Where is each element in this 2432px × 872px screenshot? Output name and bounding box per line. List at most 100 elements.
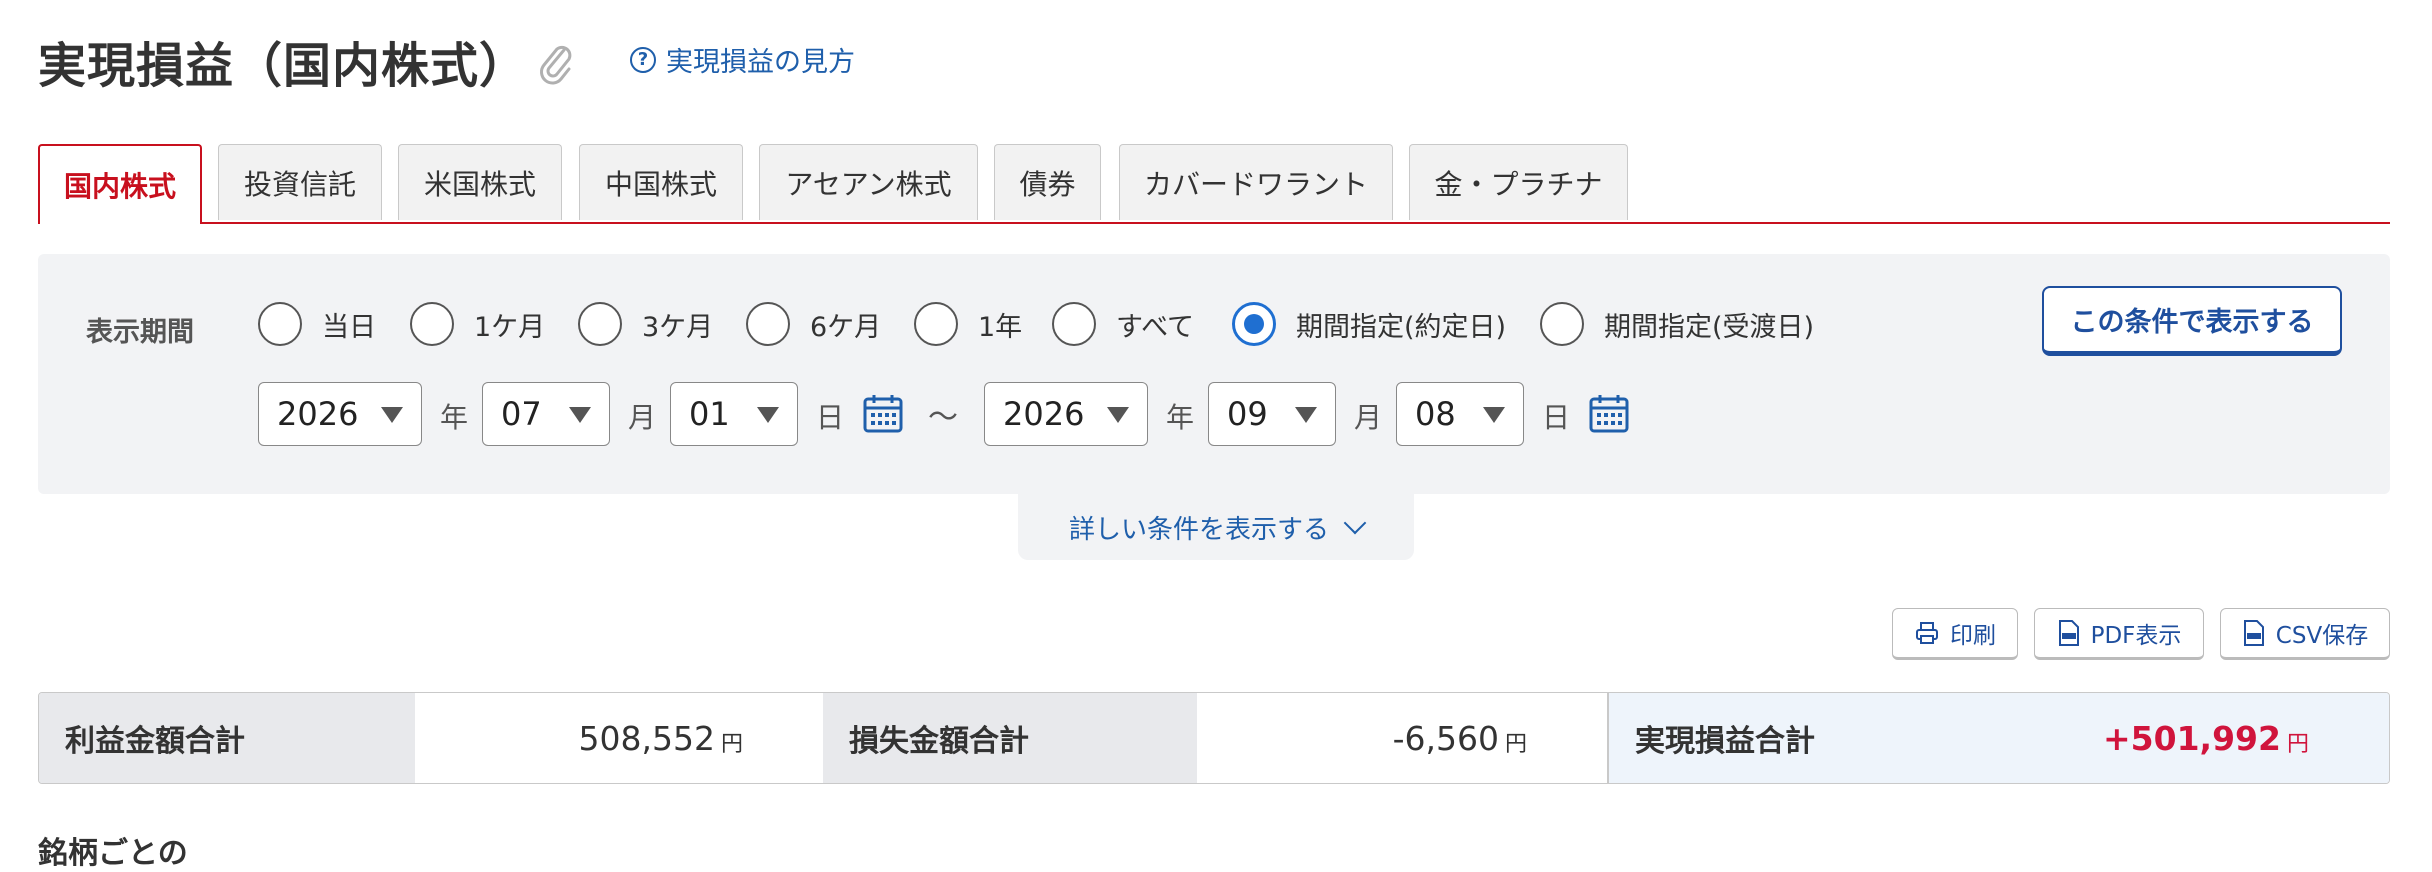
radio-circle[interactable]: [746, 302, 790, 346]
summary-table: 利益金額合計 508,552 円 損失金額合計 -6,560 円 実現損益合計 +5…: [38, 692, 2390, 784]
section-heading-partial: 銘柄ごとの: [38, 836, 188, 871]
question-circle-icon: ?: [630, 46, 656, 73]
select-value: 08: [1415, 395, 1456, 433]
radio-circle[interactable]: [258, 302, 302, 346]
radio-label: 1ケ月: [474, 311, 546, 343]
dropdown-arrow-icon: [1107, 407, 1129, 423]
calendar-icon[interactable]: [862, 392, 904, 434]
unit-month: 月: [1354, 401, 1383, 434]
select-value: 07: [501, 395, 542, 433]
print-label: 印刷: [1950, 623, 1996, 649]
range-separator: 〜: [928, 400, 958, 435]
select-value: 2026: [277, 395, 359, 433]
unit-year: 年: [1166, 401, 1195, 434]
pdf-file-icon: [2058, 620, 2079, 646]
tab-label: カバードワラント: [1143, 167, 1368, 201]
yen-unit: 円: [2286, 732, 2309, 757]
dropdown-arrow-icon: [569, 407, 591, 423]
yen-unit: 円: [720, 732, 743, 757]
tab-covered-warrant[interactable]: カバードワラント: [1119, 144, 1393, 220]
tab-us-stock[interactable]: 米国株式: [398, 144, 562, 220]
realized-amount: +501,992: [2103, 718, 2281, 758]
radio-6month[interactable]: 6ケ月: [746, 302, 881, 346]
calendar-icon[interactable]: [1588, 392, 1630, 434]
radio-label: 期間指定(受渡日): [1604, 311, 1815, 343]
printer-icon: [1916, 622, 1938, 644]
show-more-conditions[interactable]: 詳しい条件を表示する: [1018, 494, 1414, 560]
select-value: 2026: [1003, 395, 1085, 433]
print-button[interactable]: 印刷: [1892, 608, 2018, 660]
tab-bonds[interactable]: 債券: [994, 144, 1101, 220]
radio-circle[interactable]: [1232, 302, 1276, 346]
radio-period-trade-date[interactable]: 期間指定(約定日): [1232, 302, 1506, 346]
radio-1year[interactable]: 1年: [914, 302, 1022, 346]
realized-total-label: 実現損益合計: [1607, 693, 1991, 783]
help-link-label: 実現損益の見方: [666, 47, 855, 78]
filter-panel: [38, 254, 2390, 494]
from-year-select[interactable]: 2026: [258, 382, 422, 446]
chevron-down-icon: [1343, 511, 1367, 535]
dropdown-arrow-icon: [757, 407, 779, 423]
paperclip-icon[interactable]: [536, 38, 576, 86]
from-month-select[interactable]: 07: [482, 382, 610, 446]
submit-button[interactable]: この条件で表示する: [2042, 286, 2342, 356]
tab-label: 投資信託: [243, 167, 356, 201]
tab-bar: 国内株式 投資信託 米国株式 中国株式 アセアン株式 債券 カバードワラント 金…: [38, 144, 2390, 224]
unit-month: 月: [628, 401, 657, 434]
page-title: 実現損益（国内株式）: [38, 38, 529, 94]
radio-label: 期間指定(約定日): [1296, 311, 1507, 343]
tab-label: 中国株式: [604, 167, 717, 201]
period-label: 表示期間: [86, 317, 194, 348]
tab-label: 米国株式: [423, 167, 536, 201]
realized-total-value: +501,992 円: [1991, 693, 2389, 783]
unit-day: 日: [816, 401, 845, 434]
tab-china-stock[interactable]: 中国株式: [579, 144, 743, 220]
radio-circle[interactable]: [578, 302, 622, 346]
radio-period-settlement-date[interactable]: 期間指定(受渡日): [1540, 302, 1814, 346]
radio-3month[interactable]: 3ケ月: [578, 302, 713, 346]
unit-day: 日: [1542, 401, 1571, 434]
radio-circle[interactable]: [1540, 302, 1584, 346]
loss-amount: -6,560: [1392, 718, 1499, 758]
to-year-select[interactable]: 2026: [984, 382, 1148, 446]
radio-circle[interactable]: [1052, 302, 1096, 346]
radio-circle[interactable]: [914, 302, 958, 346]
tab-label: 国内株式: [63, 170, 176, 203]
help-link[interactable]: ? 実現損益の見方: [630, 40, 855, 79]
dropdown-arrow-icon: [381, 407, 403, 423]
profit-amount: 508,552: [578, 718, 715, 758]
csv-button[interactable]: CSV保存: [2220, 608, 2390, 660]
radio-today[interactable]: 当日: [258, 302, 376, 346]
tab-label: 金・プラチナ: [1434, 167, 1603, 201]
csv-label: CSV保存: [2275, 623, 2369, 649]
radio-1month[interactable]: 1ケ月: [410, 302, 545, 346]
select-value: 01: [689, 395, 730, 433]
tab-label: アセアン株式: [785, 167, 952, 201]
dropdown-arrow-icon: [1483, 407, 1505, 423]
page: 実現損益（国内株式） ? 実現損益の見方 国内株式 投資信託 米国株式 中国株式…: [0, 0, 2432, 871]
pdf-label: PDF表示: [2090, 623, 2182, 649]
radio-label: 1年: [978, 311, 1023, 343]
profit-total-label: 利益金額合計: [39, 693, 415, 783]
to-month-select[interactable]: 09: [1208, 382, 1336, 446]
loss-total-value: -6,560 円: [1197, 693, 1607, 783]
from-day-select[interactable]: 01: [670, 382, 798, 446]
radio-all[interactable]: すべて: [1052, 302, 1194, 346]
dropdown-arrow-icon: [1295, 407, 1317, 423]
tab-domestic-stock[interactable]: 国内株式: [38, 144, 202, 224]
radio-label: 当日: [322, 311, 376, 343]
tab-label: 債券: [1019, 167, 1076, 201]
profit-total-value: 508,552 円: [415, 693, 823, 783]
to-day-select[interactable]: 08: [1396, 382, 1524, 446]
yen-unit: 円: [1504, 732, 1527, 757]
tab-investment-trust[interactable]: 投資信託: [218, 144, 382, 220]
loss-total-label: 損失金額合計: [823, 693, 1197, 783]
radio-label: 6ケ月: [810, 311, 882, 343]
radio-circle[interactable]: [410, 302, 454, 346]
tab-gold-platinum[interactable]: 金・プラチナ: [1409, 144, 1628, 220]
show-more-label: 詳しい条件を表示する: [1068, 514, 1329, 545]
tab-asean-stock[interactable]: アセアン株式: [759, 144, 978, 220]
pdf-button[interactable]: PDF表示: [2034, 608, 2204, 660]
select-value: 09: [1227, 395, 1268, 433]
radio-label: 3ケ月: [642, 311, 714, 343]
